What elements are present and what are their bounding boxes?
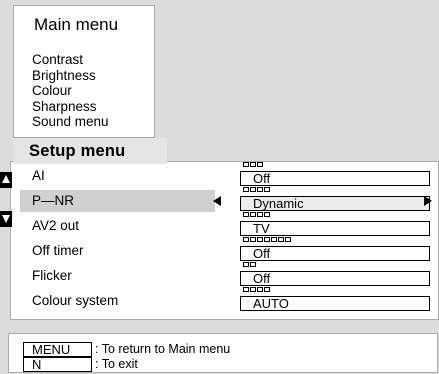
setup-row[interactable]: AI Off — [11, 162, 430, 187]
setup-row-value-field[interactable]: AUTO — [240, 296, 430, 311]
setup-row-value: Off — [253, 271, 271, 286]
indicator-square — [257, 287, 263, 292]
setup-row[interactable]: AV2 out TV — [11, 212, 430, 237]
setup-menu-title-box: Setup menu — [13, 138, 167, 164]
right-arrow-icon[interactable] — [424, 196, 432, 206]
setup-row-value-field[interactable]: Off — [240, 246, 430, 261]
indicator-square — [250, 187, 256, 192]
indicator-square — [264, 187, 270, 192]
setup-row-value: TV — [253, 221, 270, 236]
indicator-square — [243, 237, 249, 242]
indicator-square — [271, 237, 277, 242]
indicator-square — [257, 212, 263, 217]
setup-row-value: Off — [253, 246, 271, 261]
setup-row-value-field[interactable]: Dynamic — [240, 196, 430, 211]
setup-row-value-field[interactable]: Off — [240, 171, 430, 186]
setup-row-label: AV2 out — [32, 218, 80, 233]
exit-key-button[interactable]: N — [23, 357, 92, 372]
value-indicator-squares — [243, 237, 291, 242]
footer-help-panel: MENU : To return to Main menu N : To exi… — [8, 333, 438, 373]
main-menu-title-box: Main menu — [13, 5, 155, 43]
main-menu-list: Contrast Brightness Colour Sharpness Sou… — [13, 42, 155, 138]
indicator-square — [264, 287, 270, 292]
setup-row-label: Off timer — [32, 243, 84, 258]
indicator-square — [243, 262, 249, 267]
value-indicator-squares — [243, 262, 256, 267]
value-indicator-squares — [243, 187, 270, 192]
setup-row-value: Off — [253, 171, 271, 186]
indicator-square — [243, 287, 249, 292]
exit-key-label: N — [32, 357, 42, 372]
indicator-square — [250, 262, 256, 267]
value-indicator-squares — [243, 287, 270, 292]
exit-key-description: : To exit — [95, 357, 138, 371]
value-indicator-squares — [243, 162, 263, 167]
left-arrow-icon[interactable] — [213, 196, 221, 206]
setup-row-value: AUTO — [253, 296, 289, 311]
menu-key-label: MENU — [32, 342, 71, 357]
indicator-square — [278, 237, 284, 242]
indicator-square — [250, 237, 256, 242]
main-menu-item-contrast[interactable]: Contrast — [32, 52, 109, 68]
main-menu-item-brightness[interactable]: Brightness — [32, 68, 109, 84]
setup-row-label: P—NR — [32, 193, 75, 208]
main-menu-item-sharpness[interactable]: Sharpness — [32, 99, 109, 115]
menu-key-description: : To return to Main menu — [95, 342, 231, 356]
setup-row[interactable]: Off timer Off — [11, 237, 430, 262]
setup-row-label: Colour system — [32, 293, 119, 308]
indicator-square — [264, 212, 270, 217]
setup-row[interactable]: Flicker Off — [11, 262, 430, 287]
setup-row[interactable]: Colour system AUTO — [11, 287, 430, 312]
indicator-square — [264, 237, 270, 242]
indicator-square — [257, 187, 263, 192]
setup-menu-title: Setup menu — [29, 142, 126, 160]
indicator-square — [243, 162, 249, 167]
indicator-square — [285, 237, 291, 242]
menu-key-button[interactable]: MENU — [23, 342, 92, 357]
indicator-square — [250, 162, 256, 167]
indicator-square — [250, 287, 256, 292]
value-indicator-squares — [243, 212, 270, 217]
setup-row-value-field[interactable]: TV — [240, 221, 430, 236]
indicator-square — [243, 187, 249, 192]
setup-row-value: Dynamic — [253, 196, 304, 211]
main-menu-item-colour[interactable]: Colour — [32, 83, 109, 99]
setup-row-label: AI — [32, 168, 45, 183]
indicator-square — [257, 237, 263, 242]
setup-row-label: Flicker — [32, 268, 72, 283]
main-menu-item-sound-menu[interactable]: Sound menu — [32, 114, 109, 130]
main-menu-title: Main menu — [34, 15, 119, 34]
setup-row-value-field[interactable]: Off — [240, 271, 430, 286]
indicator-square — [243, 212, 249, 217]
indicator-square — [250, 212, 256, 217]
indicator-square — [257, 162, 263, 167]
